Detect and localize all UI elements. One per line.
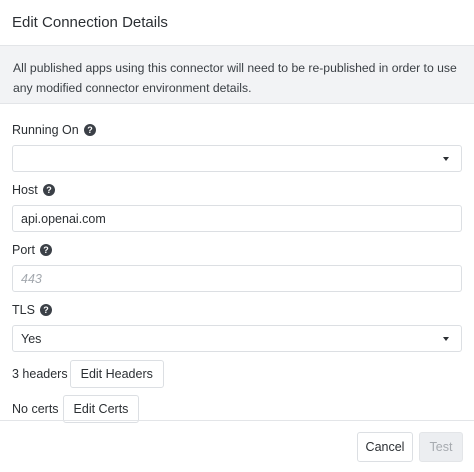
question-circle-icon[interactable]: ? xyxy=(42,184,55,196)
tls-label: TLS xyxy=(12,303,35,317)
tls-select[interactable]: Yes xyxy=(12,325,462,352)
question-circle-icon[interactable]: ? xyxy=(39,304,52,316)
tls-value: Yes xyxy=(21,331,42,346)
certs-summary: No certs xyxy=(12,402,59,416)
running-on-select[interactable] xyxy=(12,145,462,172)
host-value: api.openai.com xyxy=(21,211,106,226)
svg-text:?: ? xyxy=(43,245,49,255)
svg-text:?: ? xyxy=(43,305,49,315)
question-circle-icon[interactable]: ? xyxy=(39,244,52,256)
question-circle-icon[interactable]: ? xyxy=(83,124,96,136)
running-on-field: Running On ? xyxy=(12,120,462,172)
host-label: Host xyxy=(12,183,38,197)
dialog-title: Edit Connection Details xyxy=(12,14,168,31)
port-field: Port ? 443 xyxy=(12,240,462,292)
headers-summary: 3 headers xyxy=(12,367,68,381)
running-on-label: Running On xyxy=(12,123,79,137)
edit-headers-button[interactable]: Edit Headers xyxy=(69,360,164,388)
caret-down-icon xyxy=(443,337,449,341)
cancel-button[interactable]: Cancel xyxy=(357,432,413,462)
dialog-header: Edit Connection Details xyxy=(0,0,474,46)
port-placeholder: 443 xyxy=(21,271,42,286)
tls-field: TLS ? Yes xyxy=(12,300,462,352)
headers-row: 3 headers Edit Headers xyxy=(12,360,462,388)
republish-notice: All published apps using this connector … xyxy=(0,46,474,104)
connection-form: Running On ? Host ? api.openai.com Port … xyxy=(0,120,474,423)
edit-connection-dialog: Edit Connection Details All published ap… xyxy=(0,0,474,472)
host-field: Host ? api.openai.com xyxy=(12,180,462,232)
svg-text:?: ? xyxy=(87,125,93,135)
edit-certs-button[interactable]: Edit Certs xyxy=(62,395,140,423)
dialog-footer: Cancel Test xyxy=(0,420,474,472)
port-label: Port xyxy=(12,243,35,257)
svg-text:?: ? xyxy=(46,185,52,195)
test-button[interactable]: Test xyxy=(419,432,463,462)
port-input[interactable]: 443 xyxy=(12,265,462,292)
host-input[interactable]: api.openai.com xyxy=(12,205,462,232)
caret-down-icon xyxy=(443,157,449,161)
certs-row: No certs Edit Certs xyxy=(12,395,462,423)
